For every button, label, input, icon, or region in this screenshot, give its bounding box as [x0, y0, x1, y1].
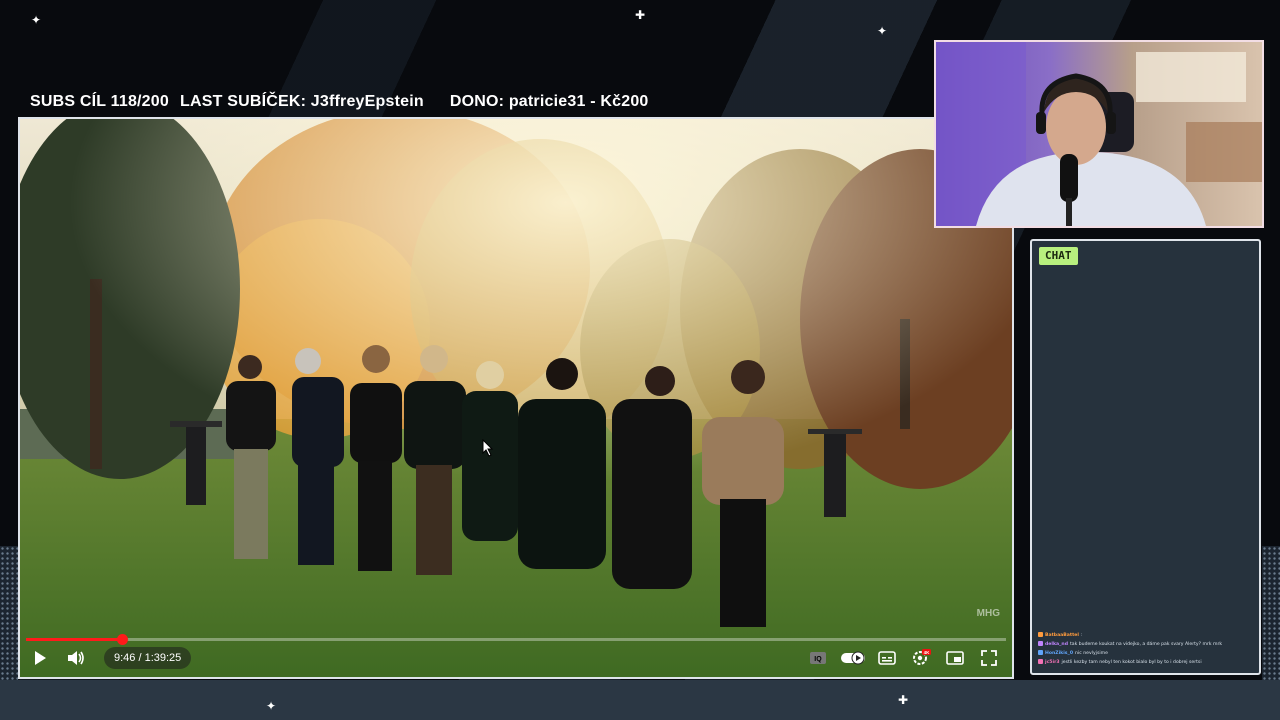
chat-badge-icon [1038, 650, 1043, 655]
chat-text: jestli kezby tam nebyl ten kokot bialo b… [1061, 660, 1202, 665]
stream-info-bar: SUBS CÍL 118/200 LAST SUBÍČEK: J3ffreyEp… [30, 93, 649, 115]
chat-badge-icon [1038, 632, 1043, 637]
sparkle-icon: ✦ [877, 24, 888, 38]
autoplay-toggle[interactable] [838, 646, 868, 670]
settings-badge: 4K [924, 650, 931, 655]
chat-text: tak budeme koukat na videjko, a dáme pak… [1070, 642, 1223, 647]
chat-message: HonZikis_0 nic nevlyjsime [1038, 649, 1255, 658]
bottom-band [0, 680, 1280, 720]
time-display: 9:46 / 1:39:25 [104, 647, 192, 669]
video-player[interactable]: MHG 9:46 / 1:39:25 IQ 4K [18, 117, 1014, 679]
play-button[interactable] [28, 646, 52, 670]
settings-button[interactable]: 4K [909, 646, 933, 670]
chat-message: delka_nd tak budeme koukat na videjko, a … [1038, 640, 1255, 649]
sparkle-icon: ✦ [31, 13, 42, 27]
chat-text: : [1080, 633, 1083, 638]
iq-button[interactable]: IQ [806, 646, 830, 670]
volume-button[interactable] [64, 646, 88, 670]
webcam-overlay [934, 40, 1264, 228]
play-icon [35, 651, 46, 665]
iq-icon: IQ [810, 652, 826, 664]
sparkle-icon: ✚ [898, 693, 909, 707]
chat-badge-icon [1038, 641, 1043, 646]
chat-text: nic nevlyjsime [1075, 651, 1108, 656]
chat-title: CHAT [1039, 247, 1078, 265]
settings-icon: 4K [913, 649, 931, 665]
mouse-cursor-icon [482, 439, 494, 457]
chat-badge-icon [1038, 659, 1043, 664]
sparkle-icon: ✦ [266, 699, 277, 713]
fullscreen-button[interactable] [977, 646, 1001, 670]
subs-goal: SUBS CÍL 118/200 [30, 93, 169, 110]
last-donation: DONO: patricie31 - Kč200 [449, 93, 649, 110]
chat-panel: CHAT BatbaaBattel: delka_nd tak budeme kou… [1030, 239, 1261, 675]
webcam-feed [936, 42, 1262, 226]
left-decor [0, 546, 18, 680]
chat-username[interactable]: BatbaaBattel [1045, 633, 1079, 638]
chat-message: BatbaaBattel: [1038, 631, 1255, 640]
player-controls: 9:46 / 1:39:25 IQ 4K [20, 639, 1012, 677]
time-text: 9:46 / 1:39:25 [114, 652, 182, 664]
svg-text:IQ: IQ [814, 656, 822, 663]
video-frame [20, 119, 1012, 677]
channel-watermark: MHG [976, 608, 1000, 619]
right-decor [1262, 546, 1280, 680]
chat-username[interactable]: jc5ir3 [1045, 660, 1060, 665]
subtitles-button[interactable] [875, 646, 899, 670]
chat-message-list: BatbaaBattel: delka_nd tak budeme koukat n… [1038, 631, 1255, 667]
chat-message: jc5ir3 jestli kezby tam nebyl ten kokot b… [1038, 658, 1255, 667]
subtitles-icon [878, 651, 896, 665]
chat-username[interactable]: delka_nd [1045, 642, 1068, 647]
miniplayer-icon [946, 651, 964, 665]
miniplayer-button[interactable] [943, 646, 967, 670]
autoplay-toggle-icon [841, 651, 865, 665]
last-sub: LAST SUBÍČEK: J3ffreyEpstein [179, 93, 424, 110]
sparkle-icon: ✚ [635, 8, 646, 22]
volume-icon [68, 651, 84, 665]
chat-username[interactable]: HonZikis_0 [1045, 651, 1073, 656]
fullscreen-icon [981, 650, 997, 666]
